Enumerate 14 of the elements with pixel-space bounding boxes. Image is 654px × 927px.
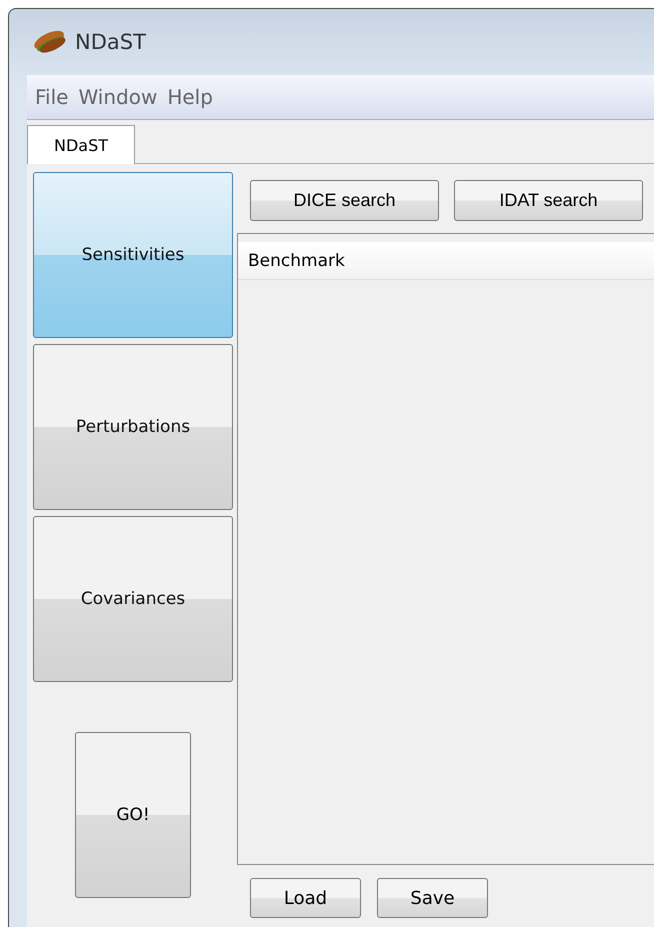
menu-item[interactable]: File [35,85,68,109]
tab[interactable]: NDaST [27,125,136,164]
mode-button[interactable]: Covariances [33,516,233,682]
file-button[interactable]: Save [377,878,488,918]
menu-item[interactable]: Window [78,85,158,109]
column-header[interactable]: Benchmark [238,242,654,280]
go-button[interactable]: GO! [75,732,191,898]
search-button[interactable]: IDAT search [454,180,643,221]
mode-button[interactable]: Perturbations [33,344,233,510]
menu-item[interactable]: Help [167,85,213,109]
window-title: NDaST [75,30,146,54]
search-button[interactable]: DICE search [250,180,439,221]
file-button[interactable]: Load [250,878,361,918]
mode-button[interactable]: Sensitivities [33,172,233,338]
